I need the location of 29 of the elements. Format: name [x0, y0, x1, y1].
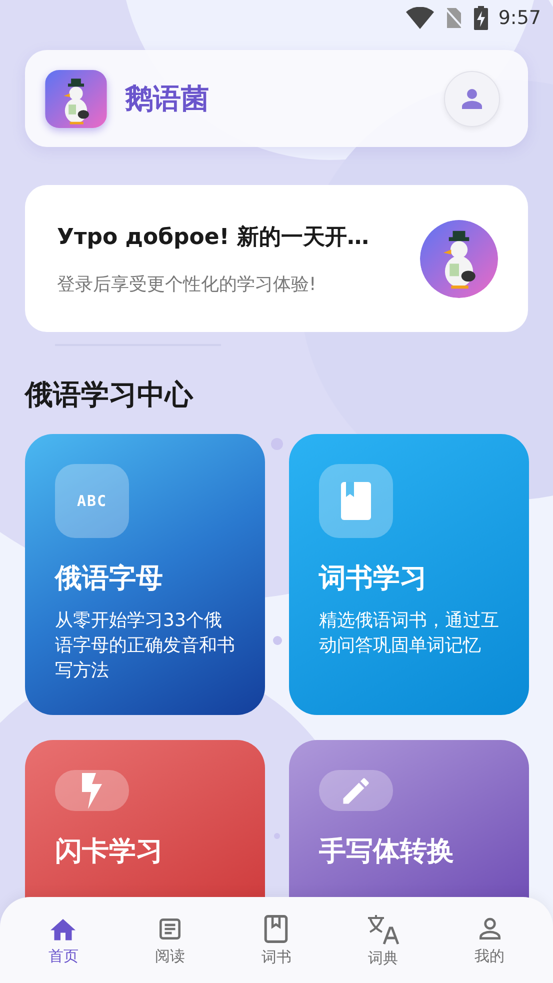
- duck-logo: [45, 70, 107, 128]
- nav-tab[interactable]: 词典: [348, 912, 418, 968]
- lightning-icon: [82, 772, 102, 808]
- card-description: 精选俄语词书，通过互动问答巩固单词记忆: [319, 609, 499, 658]
- card-description: 从零开始学习33个俄语字母的正确发音和书写方法: [55, 609, 235, 683]
- card-title: 手写体转换: [319, 835, 455, 869]
- feature-card[interactable]: ABC 俄语字母 从零开始学习33个俄语字母的正确发音和书写方法: [25, 434, 265, 715]
- book-icon: [263, 914, 290, 944]
- decorative-dot: [272, 636, 282, 645]
- card-title: 词书学习: [319, 562, 428, 596]
- abc-icon: ABC: [76, 492, 108, 510]
- clock-time: 9:57: [498, 7, 541, 29]
- nav-tab[interactable]: 词书: [241, 914, 312, 966]
- wifi-icon: [406, 7, 434, 29]
- feature-card[interactable]: 词书学习 精选俄语词书，通过互动问答巩固单词记忆: [289, 434, 529, 715]
- app-name: 鹅语菌: [125, 80, 210, 116]
- feature-card[interactable]: 手写体转换: [289, 740, 529, 899]
- card-title: 闪卡学习: [55, 835, 164, 869]
- greeting-subtitle: 登录后享受更个性化的学习体验!: [57, 272, 318, 296]
- nav-tab[interactable]: 首页: [28, 914, 98, 966]
- book-icon: [341, 482, 371, 520]
- card-title: 俄语字母: [55, 562, 164, 596]
- greeting-title: Утро доброе! 新的一天开…: [57, 224, 370, 252]
- nav-tab[interactable]: 阅读: [134, 914, 205, 966]
- section-title: 俄语学习中心: [25, 377, 194, 413]
- translate-icon: [366, 912, 400, 944]
- feature-card[interactable]: 闪卡学习: [25, 740, 265, 899]
- battery-charging-icon: [474, 6, 488, 30]
- nav-tab[interactable]: 我的: [454, 914, 525, 966]
